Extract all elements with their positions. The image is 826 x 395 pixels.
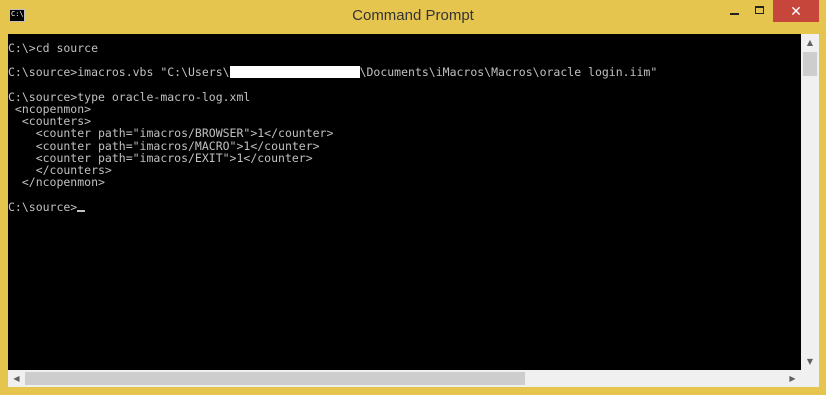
text-cursor [77, 209, 86, 212]
maximize-icon [755, 6, 764, 14]
close-button[interactable]: ✕ [773, 0, 819, 22]
minimize-button[interactable] [722, 0, 747, 22]
console-prompt: C:\source> [8, 199, 78, 214]
horizontal-scroll-thumb[interactable] [25, 372, 525, 385]
close-icon: ✕ [790, 4, 802, 20]
horizontal-scrollbar[interactable]: ◀ ▶ [8, 370, 801, 387]
maximize-button[interactable] [747, 0, 773, 22]
console-line-cd: C:\>cd source [8, 41, 99, 55]
command-prompt-window: C:\ Command Prompt ✕ C:\>cd source C:\so… [0, 0, 826, 395]
console-output[interactable]: C:\>cd source C:\source>imacros.vbs "C:\… [8, 34, 801, 370]
minimize-icon [730, 13, 739, 15]
vertical-scrollbar[interactable]: ▲ ▼ [801, 34, 819, 370]
console-line-imacros-prefix: C:\source>imacros.vbs "C:\Users\ [8, 65, 230, 80]
xml-line: </ncopenmon> [8, 175, 105, 190]
console-text: C:\>cd source C:\source>imacros.vbs "C:\… [8, 42, 657, 213]
redacted-username [229, 66, 360, 79]
console-line-imacros-suffix: \Documents\iMacros\Macros\oracle login.i… [359, 65, 658, 80]
vertical-scroll-thumb[interactable] [803, 52, 817, 76]
scroll-right-arrow-icon[interactable]: ▶ [784, 370, 801, 387]
scrollbar-corner [801, 370, 819, 387]
title-bar[interactable]: C:\ Command Prompt ✕ [0, 0, 826, 34]
scroll-down-arrow-icon[interactable]: ▼ [801, 353, 819, 370]
window-title: Command Prompt [352, 7, 474, 24]
scroll-up-arrow-icon[interactable]: ▲ [801, 34, 819, 51]
scroll-left-arrow-icon[interactable]: ◀ [8, 370, 25, 387]
